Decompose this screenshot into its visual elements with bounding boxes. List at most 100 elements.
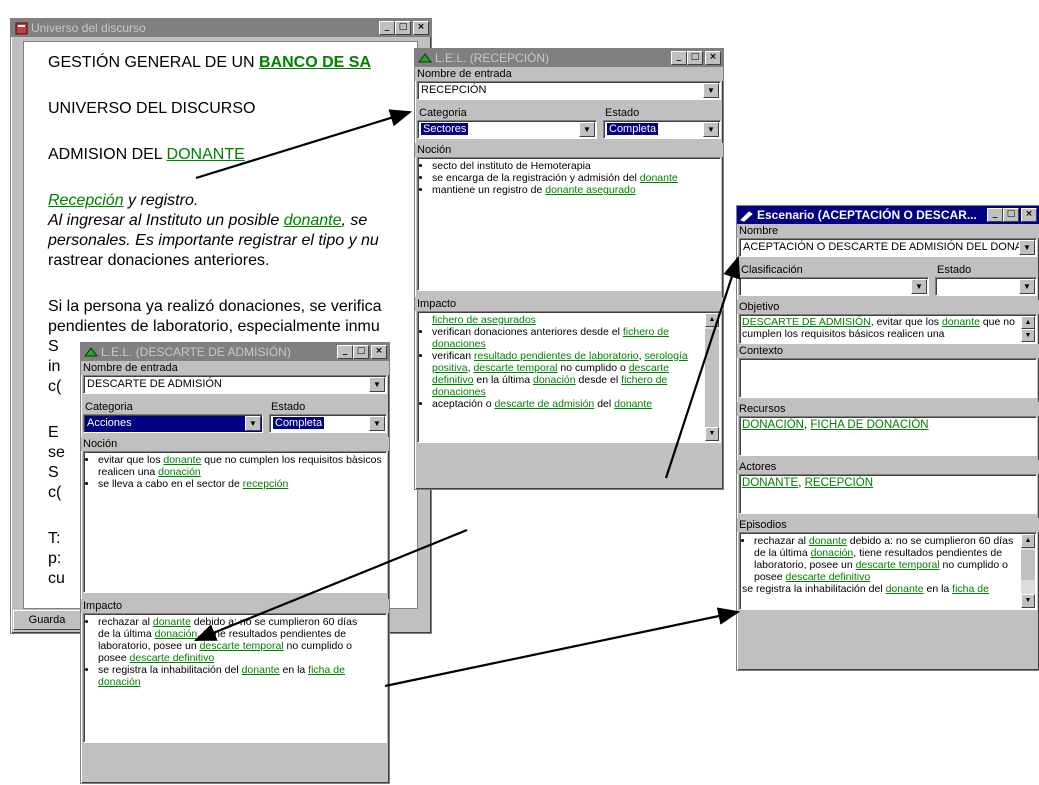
recepcion-link[interactable]: Recepción — [48, 192, 124, 209]
donante-link[interactable]: donante — [614, 398, 652, 410]
scroll-down-icon[interactable]: ▼ — [705, 427, 719, 441]
text-fragment: in — [48, 358, 61, 375]
actores-box[interactable]: DONANTE, RECEPCIÓN — [739, 474, 1037, 514]
scroll-up-icon[interactable]: ▲ — [1021, 316, 1035, 329]
donante-link[interactable]: donante — [242, 664, 280, 676]
maximize-icon[interactable]: □ — [353, 345, 369, 359]
descarte-admision-link[interactable]: descarte de admisión — [494, 398, 594, 410]
paragraph-1-line-1: Al ingresar al Instituto un posible dona… — [48, 212, 368, 229]
donacion-link[interactable]: donación — [155, 628, 198, 640]
objetivo-box[interactable]: DESCARTE DE ADMISIÓN, evitar que los don… — [739, 314, 1037, 344]
donante-link[interactable]: donante — [284, 212, 342, 229]
donante-link[interactable]: donante — [640, 172, 678, 184]
maximize-icon[interactable]: □ — [1003, 208, 1019, 222]
estado-select[interactable]: Completa ▼ — [269, 414, 387, 433]
minimize-icon[interactable]: _ — [987, 208, 1003, 222]
dropdown-arrow-icon[interactable]: ▼ — [703, 122, 719, 137]
scroll-up-icon[interactable]: ▲ — [705, 313, 719, 327]
donacion-link[interactable]: donación — [158, 466, 201, 478]
scroll-thumb[interactable] — [705, 329, 719, 429]
estado-select[interactable]: ▼ — [935, 277, 1037, 296]
dropdown-arrow-icon[interactable]: ▼ — [911, 279, 927, 294]
document-heading: GESTIÓN GENERAL DE UN BANCO DE SA — [48, 54, 372, 71]
lel-recepcion-titlebar[interactable]: L.E.L. (RECEPCIÓN) _ □ × — [415, 49, 723, 67]
fichero-asegurados-link[interactable]: fichero de asegurados — [432, 314, 536, 326]
resultado-pendientes-link[interactable]: resultado pendientes de laboratorio — [474, 350, 639, 362]
descarte-admision-link[interactable]: DESCARTE DE ADMISIÓN — [742, 316, 871, 328]
ficha-donacion-link[interactable]: FICHA DE DONACIÓN — [810, 419, 928, 431]
banco-link[interactable]: BANCO DE SA — [259, 54, 371, 71]
descarte-temporal-link[interactable]: descarte temporal — [473, 362, 557, 374]
donante-link[interactable]: donante — [163, 454, 201, 466]
escenario-titlebar[interactable]: Escenario (ACEPTACIÓN O DESCAR... _ □ × — [737, 206, 1039, 224]
scroll-thumb[interactable] — [1021, 550, 1035, 580]
contexto-box[interactable] — [739, 358, 1037, 398]
dropdown-arrow-icon[interactable]: ▼ — [245, 416, 261, 431]
arrow-episodios — [384, 607, 741, 688]
descarte-definitivo-link[interactable]: descarte definitivo — [786, 571, 871, 583]
recepcion-link[interactable]: RECEPCIÓN — [805, 477, 873, 489]
donacion-link[interactable]: DONACIÓN — [742, 419, 804, 431]
escenario-window: Escenario (ACEPTACIÓN O DESCAR... _ □ × … — [736, 205, 1039, 671]
entrada-select[interactable]: DESCARTE DE ADMISIÓN ▼ — [83, 375, 387, 394]
descarte-temporal-link[interactable]: descarte temporal — [200, 640, 284, 652]
lel-descarte-titlebar[interactable]: L.E.L. (DESCARTE DE ADMISIÓN) _ □ × — [81, 343, 389, 361]
scrollbar[interactable]: ▲ ▼ — [1021, 534, 1035, 608]
impacto-box[interactable]: rechazar al donante debido a: no se cump… — [83, 613, 387, 743]
close-icon[interactable]: × — [371, 345, 387, 359]
dropdown-arrow-icon[interactable]: ▼ — [1019, 279, 1035, 294]
donante-link[interactable]: DONANTE — [742, 477, 798, 489]
maximize-icon[interactable]: □ — [395, 21, 411, 35]
close-icon[interactable]: × — [413, 21, 429, 35]
nombre-select[interactable]: ACEPTACIÓN O DESCARTE DE ADMISIÓN DEL DO… — [739, 238, 1037, 257]
minimize-icon[interactable]: _ — [379, 21, 395, 35]
dropdown-arrow-icon[interactable]: ▼ — [1019, 240, 1035, 255]
universo-titlebar[interactable]: Universo del discurso _ □ × — [11, 19, 431, 37]
dropdown-arrow-icon[interactable]: ▼ — [369, 377, 385, 392]
categoria-select[interactable]: Sectores ▼ — [417, 120, 597, 139]
donante-link[interactable]: donante — [809, 535, 847, 547]
lel-descarte-title: L.E.L. (DESCARTE DE ADMISIÓN) — [101, 345, 291, 359]
categoria-select[interactable]: Acciones ▼ — [83, 414, 263, 433]
maximize-icon[interactable]: □ — [687, 51, 703, 65]
text-fragment: c( — [48, 378, 62, 395]
minimize-icon[interactable]: _ — [337, 345, 353, 359]
entrada-select[interactable]: RECEPCIÓN ▼ — [417, 81, 721, 100]
donante-link[interactable]: donante — [153, 616, 191, 628]
dropdown-arrow-icon[interactable]: ▼ — [703, 83, 719, 98]
donante-asegurado-link[interactable]: donante asegurado — [545, 184, 636, 196]
minimize-icon[interactable]: _ — [671, 51, 687, 65]
book-icon — [14, 21, 28, 35]
descarte-definitivo-link[interactable]: descarte definitivo — [130, 652, 215, 664]
donante-link[interactable]: DONANTE — [167, 146, 245, 163]
text-fragment: S — [48, 464, 59, 481]
nocion-box[interactable]: secto del instituto de Hemoterapia se en… — [417, 157, 721, 291]
scrollbar[interactable]: ▲ ▼ — [1021, 316, 1035, 342]
dropdown-arrow-icon[interactable]: ▼ — [369, 416, 385, 431]
close-icon[interactable]: × — [1021, 208, 1037, 222]
universo-title: Universo del discurso — [31, 21, 146, 35]
scroll-up-icon[interactable]: ▲ — [1021, 534, 1035, 548]
nocion-box[interactable]: evitar que los donante que no cumplen lo… — [83, 451, 387, 593]
text-fragment: p: — [48, 550, 62, 567]
episodios-label: Episodios — [737, 518, 1039, 532]
impacto-box[interactable]: fichero de asegurados verifican donacion… — [417, 311, 721, 443]
dropdown-arrow-icon[interactable]: ▼ — [579, 122, 595, 137]
donacion-link[interactable]: donación — [811, 547, 854, 559]
clasificacion-select[interactable]: ▼ — [739, 277, 929, 296]
estado-select[interactable]: Completa ▼ — [603, 120, 721, 139]
save-button[interactable]: Guarda — [13, 610, 81, 630]
scrollbar[interactable]: ▲ ▼ — [705, 313, 719, 441]
episodios-box[interactable]: rechazar al donante debido a: no se cump… — [739, 532, 1037, 610]
scroll-down-icon[interactable]: ▼ — [1021, 594, 1035, 608]
descarte-temporal-link[interactable]: descarte temporal — [856, 559, 940, 571]
scroll-down-icon[interactable]: ▼ — [1021, 329, 1035, 342]
donante-link[interactable]: donante — [886, 583, 924, 595]
donacion-link[interactable]: donación — [533, 374, 576, 386]
paragraph-2-line-1: Si la persona ya realizó donaciones, se … — [48, 298, 382, 315]
donante-link[interactable]: donante — [942, 316, 980, 328]
recepcion-link[interactable]: recepción — [243, 478, 289, 490]
ficha-donacion-link[interactable]: ficha de — [952, 583, 989, 595]
close-icon[interactable]: × — [705, 51, 721, 65]
recursos-box[interactable]: DONACIÓN, FICHA DE DONACIÓN — [739, 416, 1037, 456]
